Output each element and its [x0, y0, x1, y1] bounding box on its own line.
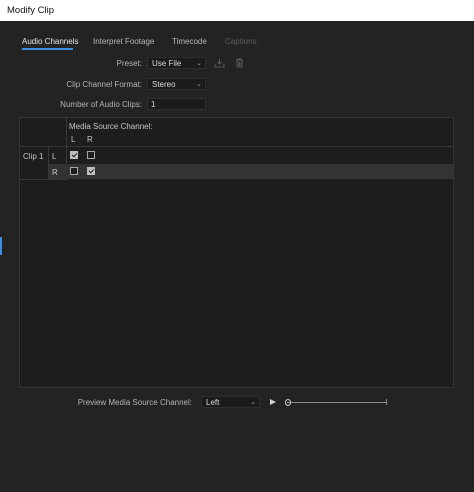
checkbox-clip1-r-source-r[interactable] — [87, 167, 95, 175]
preset-label: Preset: — [116, 59, 142, 68]
title-bar: Modify Clip — [0, 0, 474, 21]
preview-scrub-handle[interactable] — [285, 399, 291, 406]
selected-row-highlight — [48, 164, 453, 179]
trash-icon[interactable] — [235, 58, 244, 68]
chevron-down-icon: ⌄ — [250, 399, 256, 406]
source-column-left: L — [71, 135, 76, 144]
clip-channel-left-label: L — [52, 152, 57, 161]
header-divider — [20, 146, 453, 147]
tab-captions: Captions — [225, 37, 257, 46]
checkbox-clip1-r-source-l[interactable] — [70, 167, 78, 175]
source-column-right: R — [87, 135, 93, 144]
rows-bottom-divider — [20, 179, 66, 180]
preview-scrub-track[interactable] — [287, 402, 387, 403]
tab-interpret-footage[interactable]: Interpret Footage — [93, 37, 154, 46]
active-tab-indicator — [22, 48, 73, 50]
checkbox-clip1-l-source-l[interactable] — [70, 151, 78, 159]
preview-channel-value: Left — [206, 398, 220, 407]
checkbox-clip1-l-source-r[interactable] — [87, 151, 95, 159]
preset-select[interactable]: Use File ⌄ — [147, 57, 206, 69]
chevron-down-icon: ⌄ — [196, 81, 202, 88]
tab-timecode[interactable]: Timecode — [172, 37, 207, 46]
number-of-audio-clips-input[interactable]: 1 — [147, 98, 206, 110]
preview-media-source-channel-label: Preview Media Source Channel: — [77, 398, 192, 407]
tab-audio-channels[interactable]: Audio Channels — [22, 37, 78, 46]
channel-mapping-panel: Media Source Channel: L R Clip 1 L R — [19, 117, 454, 388]
number-of-audio-clips-label: Number of Audio Clips: — [60, 100, 142, 109]
window-title: Modify Clip — [7, 5, 54, 16]
media-source-channel-header: Media Source Channel: — [69, 122, 153, 131]
clip-channel-format-select[interactable]: Stereo ⌄ — [147, 78, 206, 90]
clip-channel-format-label: Clip Channel Format: — [66, 80, 142, 89]
preview-scrub-end — [386, 399, 387, 405]
clip-divider — [48, 146, 49, 180]
preset-value: Use File — [152, 59, 182, 68]
preview-channel-select[interactable]: Left ⌄ — [201, 396, 260, 408]
save-preset-icon[interactable] — [214, 58, 225, 68]
play-icon[interactable] — [270, 399, 276, 405]
clip-channel-format-value: Stereo — [152, 80, 176, 89]
window-edge-accent — [0, 237, 2, 255]
clip-label: Clip 1 — [23, 152, 44, 161]
clip-channel-right-label: R — [52, 168, 58, 177]
chevron-down-icon: ⌄ — [196, 60, 202, 67]
